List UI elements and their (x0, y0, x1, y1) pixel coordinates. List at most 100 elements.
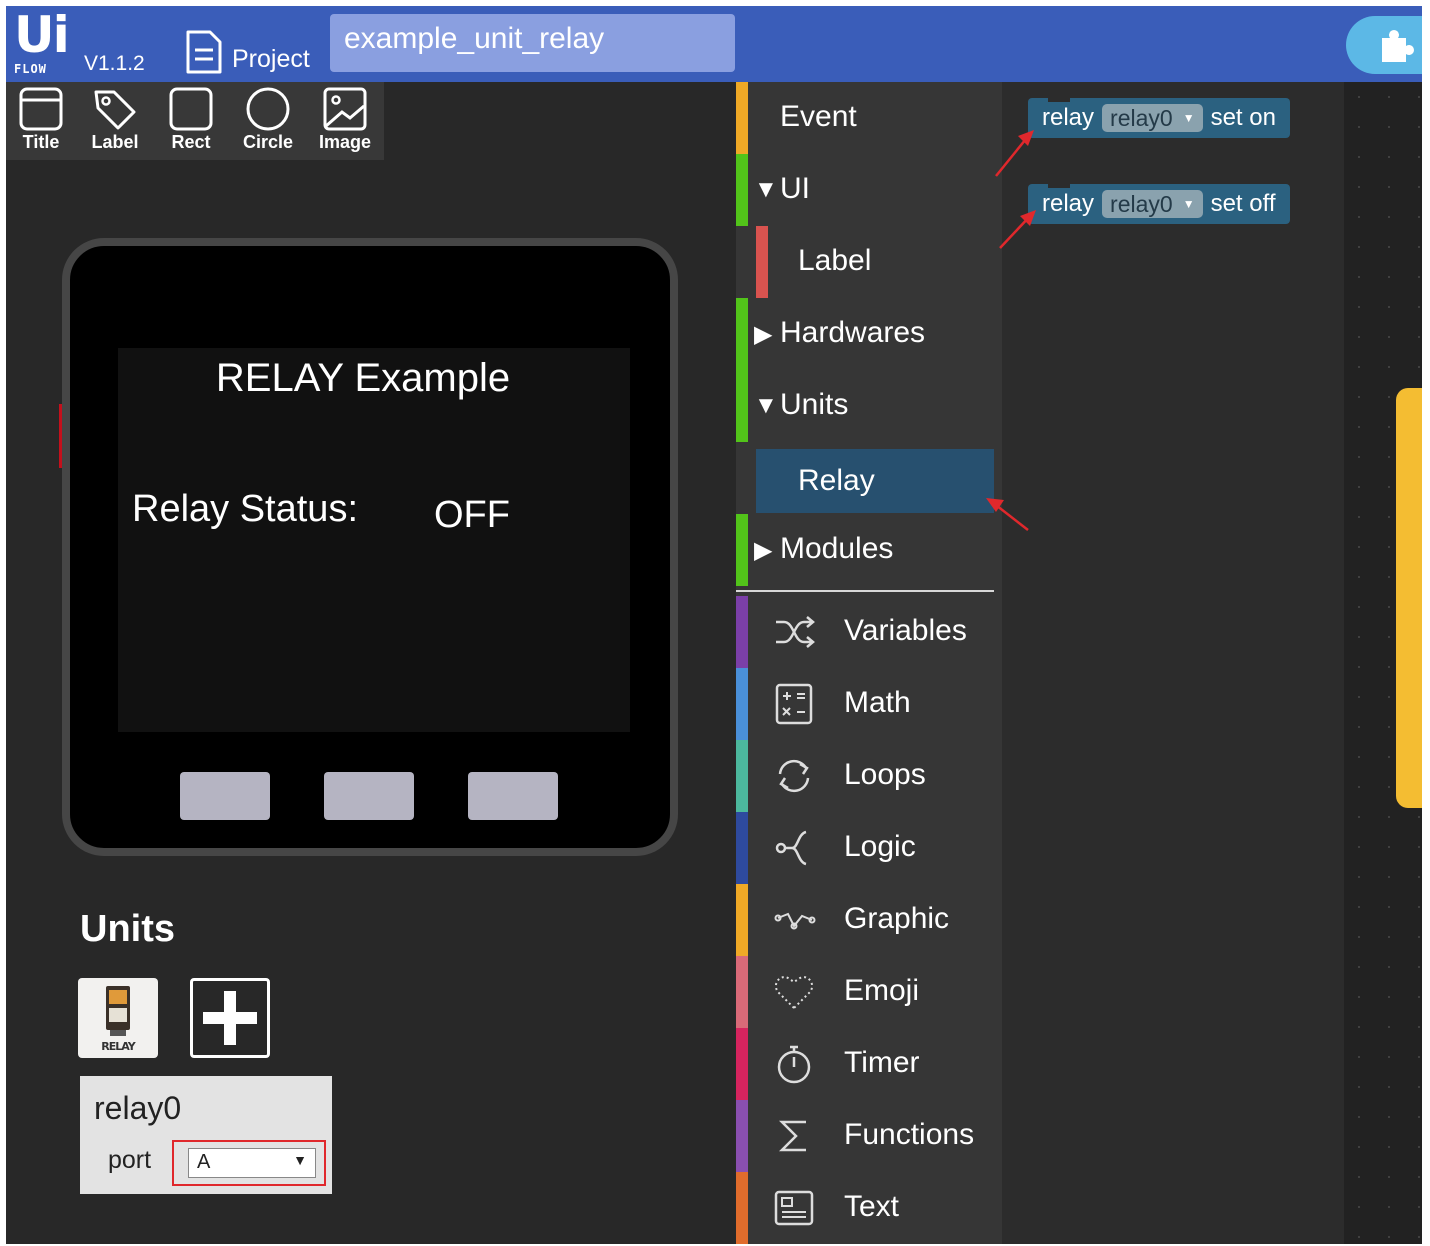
relay-dropdown[interactable]: relay0 ▼ (1102, 190, 1203, 218)
category-label: Emoji (844, 974, 920, 1007)
calculator-icon (775, 683, 813, 725)
relay-set-on-block[interactable]: relay relay0 ▼ set on (1028, 96, 1290, 138)
shuffle-icon (776, 616, 815, 648)
category-color-bar (736, 812, 748, 884)
circle-icon (246, 87, 290, 131)
toolbox-category-relay[interactable]: Relay (756, 449, 994, 513)
relay-unit-caption: RELAY (101, 1040, 135, 1053)
graph-path-icon (774, 912, 816, 930)
plus-icon (203, 991, 257, 1045)
category-color-bar (736, 1100, 748, 1172)
relay-dropdown[interactable]: relay0 ▼ (1102, 104, 1203, 132)
category-label: UI (780, 172, 810, 205)
palette-item-label: Image (318, 132, 372, 152)
category-color-bar (736, 1028, 748, 1100)
logo-main-text: Ui (14, 6, 70, 64)
toolbox-category-modules[interactable]: ▶ Modules (736, 514, 1002, 586)
block-action: set off (1210, 190, 1276, 217)
logic-branch-icon (775, 830, 807, 866)
uiflow-app: Ui FLOW V1.1.2 Project example_unit_rela… (6, 6, 1422, 1244)
add-unit-button[interactable] (190, 978, 270, 1058)
document-icon (186, 30, 222, 74)
category-color-bar (736, 740, 748, 812)
toolbox-category-graphic[interactable]: Graphic (736, 884, 1002, 956)
component-palette: Title Label Rect Circle Image (6, 82, 384, 160)
category-color-bar (736, 956, 748, 1028)
palette-item-image[interactable]: Image (310, 86, 380, 153)
device-button-b[interactable] (324, 772, 414, 820)
toolbox-category-units[interactable]: ▼ Units (736, 370, 1002, 442)
device-button-a[interactable] (180, 772, 270, 820)
puzzle-icon (1382, 30, 1414, 62)
rect-icon (169, 87, 213, 131)
project-button[interactable]: Project (184, 26, 310, 76)
category-color-bar (736, 298, 748, 370)
category-label: Relay (798, 464, 875, 497)
palette-item-rect[interactable]: Rect (156, 86, 226, 153)
toolbox-category-logic[interactable]: Logic (736, 812, 1002, 884)
category-label: Functions (844, 1118, 975, 1151)
device-screen[interactable]: RELAY Example Relay Status: OFF (118, 348, 630, 732)
device-button-c[interactable] (468, 772, 558, 820)
screen-status-value[interactable]: OFF (434, 494, 510, 537)
version-label: V1.1.2 (84, 52, 145, 75)
palette-item-label: Title (22, 132, 60, 152)
port-label: port (108, 1146, 152, 1174)
stopwatch-icon (777, 1045, 811, 1084)
category-label: Modules (780, 532, 894, 565)
block-toolbox: Event ▼ UI Label ▶ Hardwares ▼ Units Rel… (736, 82, 1002, 1244)
label-icon (94, 90, 136, 130)
toolbox-category-functions[interactable]: Functions (736, 1100, 1002, 1172)
toolbox-category-timer[interactable]: Timer (736, 1028, 1002, 1100)
block-keyword: relay (1042, 190, 1095, 217)
extensions-button[interactable] (1346, 16, 1422, 74)
screen-title[interactable]: RELAY Example (118, 356, 608, 401)
toolbox-divider (736, 590, 994, 592)
relay-dropdown-value: relay0 (1110, 190, 1173, 217)
port-select[interactable]: A ▼ (188, 1148, 316, 1178)
toolbox-category-ui[interactable]: ▼ UI (736, 154, 1002, 226)
dropdown-arrow-icon: ▼ (1182, 197, 1195, 211)
title-icon (19, 87, 63, 131)
category-color-bar (736, 884, 748, 956)
category-color-bar (736, 82, 748, 154)
units-section-title: Units (80, 908, 175, 950)
expanded-arrow-icon: ▼ (754, 176, 778, 203)
event-block-edge[interactable] (1396, 388, 1422, 808)
relay-unit-tile[interactable]: RELAY (78, 978, 158, 1058)
screen-status-label[interactable]: Relay Status: (132, 488, 358, 531)
collapsed-arrow-icon: ▶ (754, 321, 773, 348)
category-label: Loops (844, 758, 926, 791)
toolbox-category-label[interactable]: Label (736, 226, 1002, 298)
toolbox-category-variables[interactable]: Variables (736, 596, 1002, 668)
category-label: Hardwares (780, 316, 926, 349)
dropdown-arrow-icon: ▼ (1182, 111, 1195, 125)
toolbox-category-loops[interactable]: Loops (736, 740, 1002, 812)
palette-item-label: Rect (171, 132, 211, 152)
sigma-icon (778, 1120, 806, 1152)
relay-set-off-block[interactable]: relay relay0 ▼ set off (1028, 182, 1290, 224)
heart-dots-icon (774, 976, 814, 1010)
block-keyword: relay (1042, 104, 1095, 131)
toolbox-category-math[interactable]: Math (736, 668, 1002, 740)
category-color-bar (736, 596, 748, 668)
toolbox-category-hardwares[interactable]: ▶ Hardwares (736, 298, 1002, 370)
category-label: Timer (844, 1046, 920, 1079)
category-label: Graphic (844, 902, 950, 935)
palette-item-label-widget[interactable]: Label (80, 86, 150, 153)
toolbox-category-text[interactable]: Text (736, 1172, 1002, 1244)
palette-item-label: Label (91, 132, 139, 152)
collapsed-arrow-icon: ▶ (754, 537, 773, 564)
category-color-bar (756, 226, 768, 298)
project-name-field[interactable]: example_unit_relay (330, 14, 735, 72)
palette-item-title[interactable]: Title (6, 86, 76, 153)
logo-sub-text: FLOW (14, 62, 47, 76)
text-card-icon (774, 1190, 814, 1226)
palette-item-circle[interactable]: Circle (233, 86, 303, 153)
dropdown-arrow-icon: ▼ (293, 1152, 307, 1168)
toolbox-category-event[interactable]: Event (736, 82, 1002, 154)
block-action: set on (1210, 104, 1276, 131)
toolbox-category-emoji[interactable]: Emoji (736, 956, 1002, 1028)
category-label: Text (844, 1190, 900, 1223)
image-icon (323, 87, 367, 131)
